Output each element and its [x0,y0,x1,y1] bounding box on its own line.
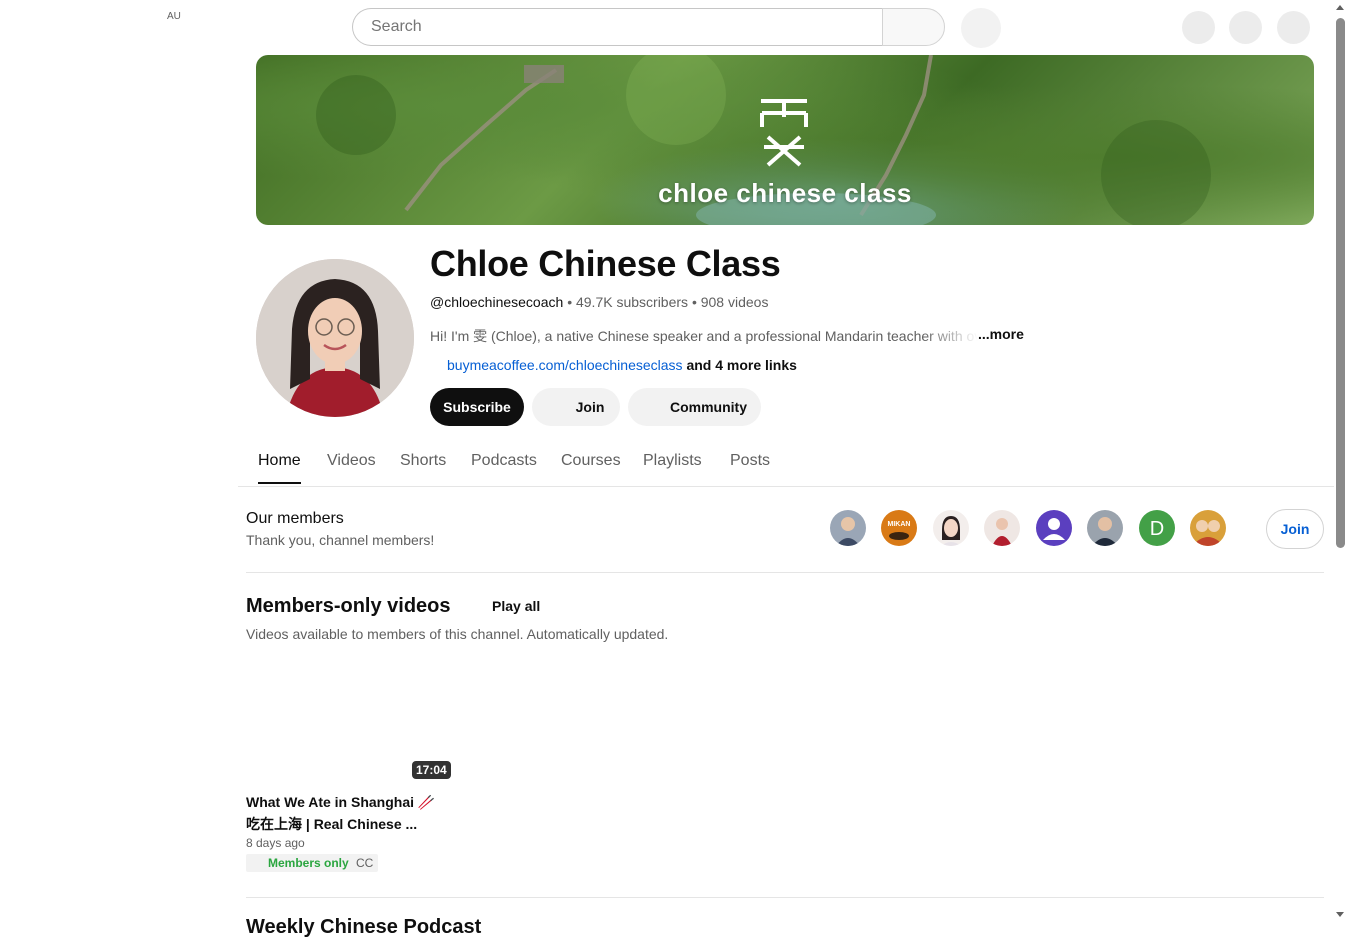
members-subtitle: Thank you, channel members! [246,532,435,548]
member-avatar[interactable] [1087,510,1123,546]
channel-banner: chloe chinese class [256,55,1314,225]
scroll-down-arrow[interactable] [1336,912,1344,917]
tab-shorts[interactable]: Shorts [400,452,446,482]
scroll-up-arrow[interactable] [1336,5,1344,10]
video-age: 8 days ago [246,836,305,850]
chloe-logo-mark [760,99,808,167]
member-avatar[interactable]: D [1139,510,1175,546]
tab-home[interactable]: Home [258,452,301,484]
cc-badge: CC [351,854,379,872]
account-avatar[interactable] [1277,11,1310,44]
member-avatar-2-text: MIKAN [888,521,911,528]
description-more-link[interactable]: ...more [978,326,1024,342]
channel-avatar[interactable] [256,259,414,417]
member-avatar-7-text: D [1150,518,1164,540]
channel-description[interactable]: Hi! I'm 雯 (Chloe), a native Chinese spea… [430,326,1024,346]
video-duration: 17:04 [412,761,451,779]
member-avatar[interactable] [1190,510,1226,546]
member-avatar[interactable] [933,510,969,546]
subscribe-button[interactable]: Subscribe [430,388,524,426]
tab-posts[interactable]: Posts [730,452,770,482]
channel-link-url[interactable]: buymeacoffee.com/chloechineseclass [447,357,683,373]
region-label: AU [167,11,181,22]
meta-separator: • [691,294,697,310]
members-only-subtitle: Videos available to members of this chan… [246,626,669,642]
search-input[interactable] [369,17,882,37]
member-avatar[interactable] [1036,510,1072,546]
scrollbar-thumb[interactable] [1336,18,1345,548]
voice-search-button[interactable] [961,8,1001,48]
more-links-button[interactable]: and 4 more links [686,357,796,373]
members-only-title: Members-only videos [246,595,451,617]
members-only-badge: Members only [246,854,353,872]
members-join-button[interactable]: Join [1266,509,1324,549]
channel-tabs: Home Videos Shorts Podcasts Courses Play… [238,444,1334,487]
play-all-button[interactable]: Play all [492,598,540,614]
channel-meta: @chloechinesecoach • 49.7K subscribers •… [430,294,768,310]
member-avatar[interactable]: MIKAN [881,510,917,546]
join-button[interactable]: Join [532,388,620,426]
description-text: Hi! I'm 雯 (Chloe), a native Chinese spea… [430,328,978,344]
video-title[interactable]: What We Ate in Shanghai 🥢 [246,794,435,811]
video-title-line2[interactable]: 吃在上海 | Real Chinese ... [246,814,417,834]
channel-avatar-image [256,259,414,417]
tab-courses[interactable]: Courses [561,452,621,482]
create-button[interactable] [1182,11,1215,44]
channel-name: Chloe Chinese Class [430,243,781,284]
channel-handle: @chloechinesecoach [430,294,564,310]
tab-playlists[interactable]: Playlists [643,452,702,482]
member-avatar[interactable] [984,510,1020,546]
members-title: Our members [246,510,344,527]
community-button[interactable]: Community [628,388,761,426]
section-divider [246,572,1324,573]
tab-videos[interactable]: Videos [327,452,376,482]
video-count: 908 videos [700,294,769,310]
tab-podcasts[interactable]: Podcasts [471,452,537,482]
notifications-button[interactable] [1229,11,1262,44]
subscriber-count: 49.7K subscribers [575,294,689,310]
meta-separator: • [567,294,573,310]
search-box[interactable] [352,8,882,46]
search-button[interactable] [882,8,945,46]
banner-logo-text: chloe chinese class [658,178,912,208]
member-avatar[interactable] [830,510,866,546]
next-section-title: Weekly Chinese Podcast [246,916,482,938]
channel-links: buymeacoffee.com/chloechineseclass and 4… [447,357,797,373]
section-divider [246,897,1324,898]
